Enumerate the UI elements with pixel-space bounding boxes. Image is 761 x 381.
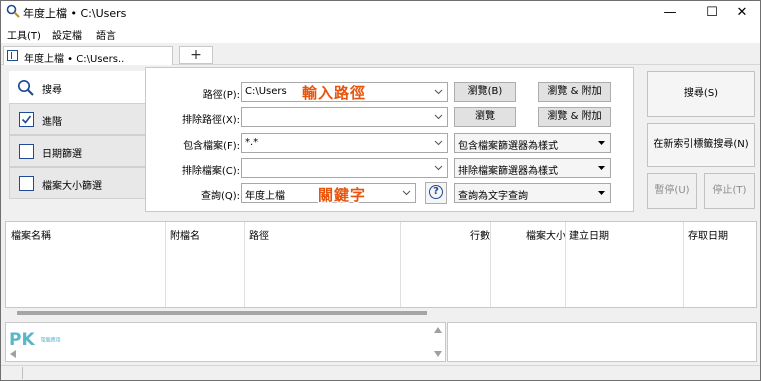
column-divider [165, 222, 166, 307]
sidebar-item-search[interactable]: 搜尋 [9, 71, 146, 103]
sidebar-item-label: 搜尋 [42, 85, 62, 96]
browse-exclude-button[interactable]: 瀏覽 [454, 107, 516, 127]
window-title: 年度上檔 • C:\Users [23, 7, 127, 20]
column-header-path[interactable]: 路徑 [249, 227, 269, 242]
column-header-lines[interactable]: 行數 [470, 227, 490, 242]
search-icon [17, 79, 34, 96]
date-filter-checkbox[interactable] [19, 144, 34, 159]
column-header-extension[interactable]: 附檔名 [170, 227, 200, 242]
new-tab-button[interactable]: + [179, 46, 213, 64]
column-header-accessed[interactable]: 存取日期 [688, 227, 728, 242]
column-header-filename[interactable]: 檔案名稱 [11, 227, 51, 242]
preview-side-pane[interactable] [447, 322, 757, 362]
search-icon [6, 4, 20, 18]
column-header-created[interactable]: 建立日期 [569, 227, 609, 242]
logo-subtext: 電腦應用 [40, 337, 61, 344]
column-divider [565, 222, 566, 307]
menu-profiles[interactable]: 設定檔 [52, 27, 82, 42]
app-window: 年度上檔 • C:\Users — ☐ ✕ 工具(T) 設定檔 語言 年度上檔 … [0, 0, 761, 381]
tab-bar: 年度上檔 • C:\Users.. + [1, 43, 760, 65]
chevron-down-icon [434, 165, 443, 171]
column-divider [400, 222, 401, 307]
chevron-down-icon [402, 190, 411, 196]
include-files-label: 包含檔案(F): [183, 141, 240, 152]
include-files-combo[interactable]: *.* [241, 133, 448, 153]
search-form: 路徑(P): C:\Users 瀏覽(B) 瀏覽 & 附加 排除路徑(X): 瀏… [145, 67, 634, 212]
keyword-hint-annotation: 關鍵字 [318, 186, 367, 204]
chevron-down-icon [434, 114, 443, 120]
path-hint-annotation: 輸入路徑 [302, 84, 367, 102]
preview-pane[interactable] [5, 322, 446, 362]
scroll-left-icon[interactable] [9, 350, 17, 358]
include-filter-mode-value: 包含檔案篩選器為樣式 [458, 141, 558, 152]
column-header-size[interactable]: 檔案大小 [526, 227, 566, 242]
path-label: 路徑(P): [202, 90, 240, 101]
menu-language[interactable]: 語言 [96, 27, 116, 42]
left-panel: 搜尋 進階 日期篩選 檔案大小篩選 [9, 71, 146, 199]
title-bar: 年度上檔 • C:\Users — ☐ ✕ [1, 1, 760, 23]
stop-button[interactable]: 停止(T) [704, 173, 755, 209]
exclude-files-label: 排除檔案(C): [181, 166, 240, 177]
column-divider [683, 222, 684, 307]
column-divider [490, 222, 491, 307]
caret-down-icon [598, 166, 605, 170]
pk-logo: PK 電腦應用 [9, 330, 61, 350]
tab-icon [7, 50, 18, 61]
exclude-files-combo[interactable] [241, 158, 448, 178]
sidebar-item-label: 日期篩選 [42, 149, 82, 160]
caret-down-icon [598, 191, 605, 195]
results-table[interactable]: 檔案名稱 附檔名 路徑 行數 檔案大小 建立日期 存取日期 [5, 221, 757, 308]
path-value: C:\Users [245, 86, 287, 97]
sidebar-item-label: 檔案大小篩選 [42, 181, 102, 192]
query-value: 年度上檔 [245, 191, 285, 202]
browse-button[interactable]: 瀏覽(B) [454, 82, 516, 102]
query-mode-select[interactable]: 查詢為文字查詢 [454, 183, 611, 203]
help-icon: ? [429, 185, 443, 199]
sidebar-item-label: 進階 [42, 117, 62, 128]
column-divider [244, 222, 245, 307]
pause-button[interactable]: 暫停(U) [647, 173, 697, 209]
scrollbar-thumb[interactable] [17, 311, 427, 315]
scroll-up-icon[interactable] [434, 326, 442, 334]
include-filter-mode-select[interactable]: 包含檔案篩選器為樣式 [454, 133, 611, 153]
sidebar-item-date-filter[interactable]: 日期篩選 [9, 135, 146, 167]
browse-add-exclude-button[interactable]: 瀏覽 & 附加 [538, 107, 611, 127]
tab-search[interactable]: 年度上檔 • C:\Users.. [3, 46, 173, 65]
caret-down-icon [598, 141, 605, 145]
scroll-down-icon[interactable] [434, 350, 442, 358]
status-divider [22, 367, 23, 379]
include-files-value: *.* [245, 137, 259, 148]
chevron-down-icon [434, 140, 443, 146]
advanced-checkbox[interactable] [19, 112, 34, 127]
search-button[interactable]: 搜尋(S) [647, 71, 755, 117]
query-label: 查詢(Q): [200, 191, 240, 202]
status-bar [1, 365, 760, 380]
chevron-down-icon [434, 89, 443, 95]
exclude-path-combo[interactable] [241, 107, 448, 127]
search-new-tab-button[interactable]: 在新索引標籤搜尋(N) [647, 123, 755, 167]
logo-text: PK [9, 330, 35, 350]
query-mode-value: 查詢為文字查詢 [458, 191, 528, 202]
sidebar-item-advanced[interactable]: 進階 [9, 103, 146, 135]
browse-add-button[interactable]: 瀏覽 & 附加 [538, 82, 611, 102]
menu-bar: 工具(T) 設定檔 語言 [1, 23, 760, 43]
help-button[interactable]: ? [425, 182, 447, 204]
close-button[interactable]: ✕ [724, 1, 760, 23]
results-scrollbar[interactable] [5, 308, 757, 318]
tab-label: 年度上檔 • C:\Users.. [24, 54, 125, 65]
menu-tools[interactable]: 工具(T) [7, 27, 41, 42]
size-filter-checkbox[interactable] [19, 176, 34, 191]
check-icon [21, 115, 32, 124]
exclude-filter-mode-value: 排除檔案篩選器為樣式 [458, 166, 558, 177]
exclude-path-label: 排除路徑(X): [181, 115, 240, 126]
sidebar-item-size-filter[interactable]: 檔案大小篩選 [9, 167, 146, 199]
minimize-button[interactable]: — [652, 1, 688, 23]
exclude-filter-mode-select[interactable]: 排除檔案篩選器為樣式 [454, 158, 611, 178]
